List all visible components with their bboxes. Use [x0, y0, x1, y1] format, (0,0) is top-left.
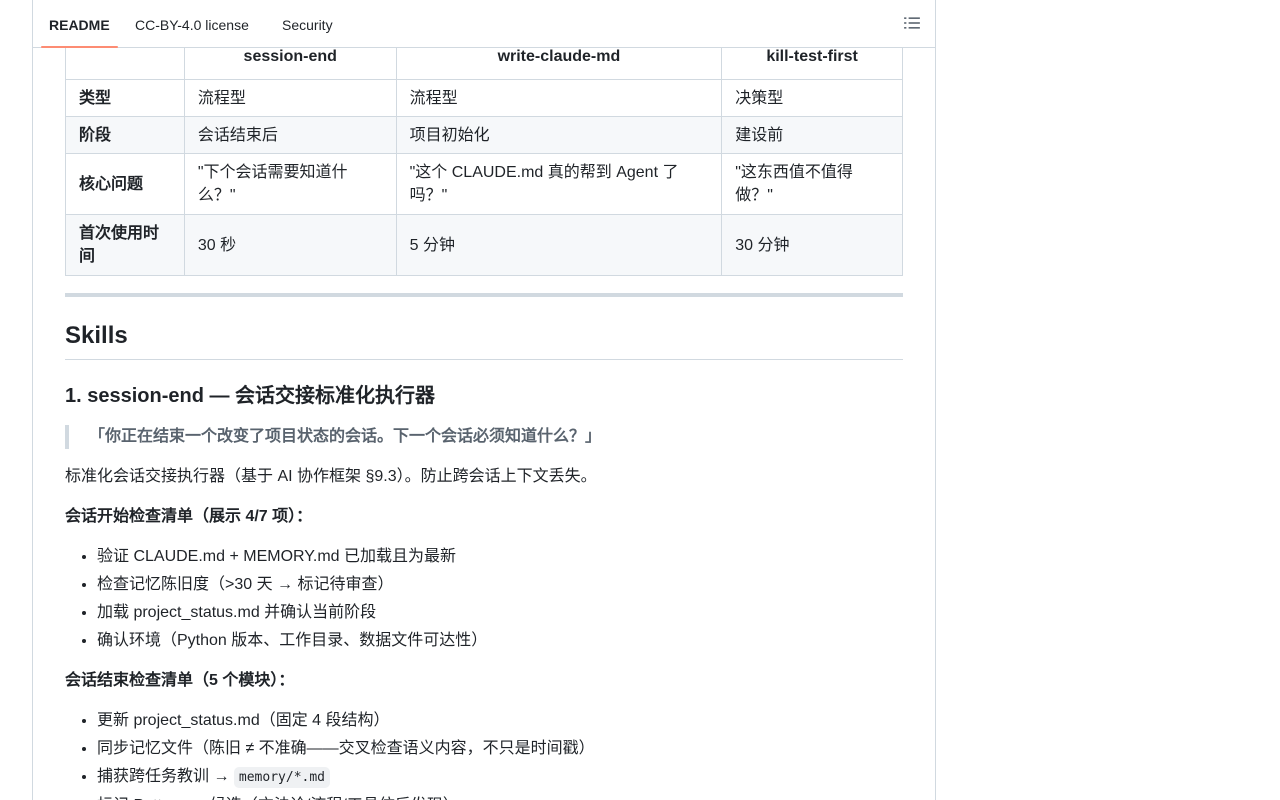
row-label: 类型	[65, 79, 185, 117]
end-checklist-title: 会话结束检查清单（5 个模块）：	[65, 672, 295, 689]
row-label: 首次使用时间	[65, 214, 185, 276]
list-item-text: 捕获跨任务教训 →	[97, 768, 234, 785]
table-cell: 项目初始化	[395, 116, 723, 154]
readme-panel: README CC-BY-4.0 license Security sessio…	[32, 0, 936, 800]
list-item: 捕获跨任务教训 → memory/*.md	[97, 763, 595, 792]
list-item: 标记 Pattern → 候选（方法论/流程/工具仿后发现）	[97, 792, 595, 800]
start-checklist-title: 会话开始检查清单（展示 4/7 项）：	[65, 508, 313, 525]
table-row: 阶段 会话结束后 项目初始化 建设前	[65, 116, 903, 154]
skill-1-title: 1. session-end — 会话交接标准化执行器	[65, 385, 436, 407]
inline-code: memory/*.md	[233, 767, 330, 788]
table-row: 核心问题 "下个会话需要知道什么？" "这个 CLAUDE.md 真的帮到 Ag…	[65, 153, 903, 215]
table-cell: 5 分钟	[395, 214, 723, 276]
list-item: 验证 CLAUDE.md + MEMORY.md 已加载且为最新	[97, 543, 487, 571]
row-label: 核心问题	[65, 153, 185, 215]
row-label: 阶段	[65, 116, 185, 154]
list-item: 更新 project_status.md（固定 4 段结构）	[97, 707, 595, 735]
list-item: 加载 project_status.md 并确认当前阶段	[97, 599, 487, 627]
start-checklist: 验证 CLAUDE.md + MEMORY.md 已加载且为最新 检查记忆陈旧度…	[65, 543, 487, 655]
table-cell: 30 秒	[183, 214, 397, 276]
readme-tab-bar: README CC-BY-4.0 license Security	[33, 0, 935, 48]
table-cell: "这东西值不值得做？"	[721, 153, 903, 215]
list-item: 确认环境（Python 版本、工作目录、数据文件可达性）	[97, 627, 487, 655]
outline-list-icon[interactable]	[903, 14, 921, 32]
table-cell: "这个 CLAUDE.md 真的帮到 Agent 了吗？"	[395, 153, 723, 215]
table-cell: 流程型	[183, 79, 397, 117]
table-row: 首次使用时间 30 秒 5 分钟 30 分钟	[65, 214, 903, 276]
list-item: 检查记忆陈旧度（>30 天 → 标记待审查）	[97, 571, 487, 599]
tab-security[interactable]: Security	[274, 0, 341, 47]
table-row: 类型 流程型 流程型 决策型	[65, 79, 903, 117]
table-cell: 建设前	[721, 116, 903, 154]
skill-1-description: 标准化会话交接执行器（基于 AI 协作框架 §9.3）。防止跨会话上下文丢失。	[65, 468, 597, 485]
skills-comparison-table: session-end write-claude-md kill-test-fi…	[65, 27, 903, 276]
section-divider	[65, 293, 903, 297]
table-cell: "下个会话需要知道什么？"	[183, 153, 397, 215]
table-cell: 会话结束后	[183, 116, 397, 154]
table-cell: 决策型	[721, 79, 903, 117]
skill-1-quote: 「你正在结束一个改变了项目状态的会话。下一个会话必须知道什么？」	[65, 425, 909, 449]
table-cell: 流程型	[395, 79, 723, 117]
tab-readme[interactable]: README	[41, 0, 118, 48]
tab-license[interactable]: CC-BY-4.0 license	[127, 0, 257, 47]
end-checklist: 更新 project_status.md（固定 4 段结构） 同步记忆文件（陈旧…	[65, 707, 595, 800]
skills-heading: Skills	[65, 319, 903, 360]
table-cell: 30 分钟	[721, 214, 903, 276]
list-item: 同步记忆文件（陈旧 ≠ 不准确——交叉检查语义内容，不只是时间戳）	[97, 735, 595, 763]
